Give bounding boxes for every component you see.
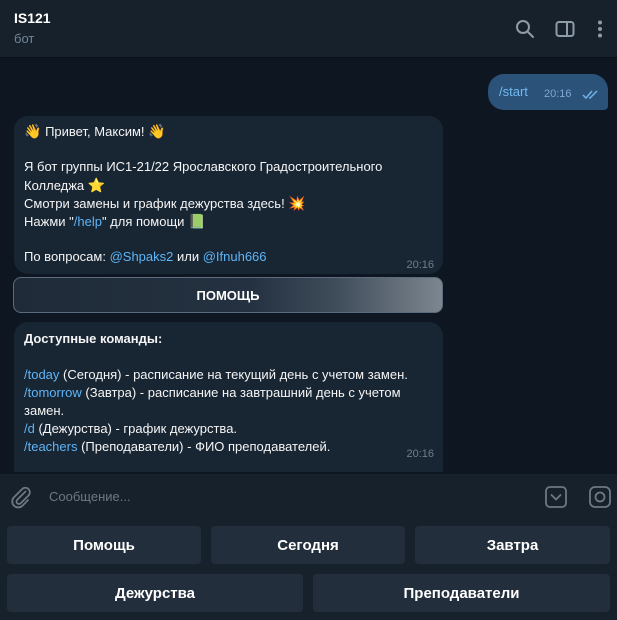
help-prefix: Нажми "	[24, 214, 74, 229]
chat-subtitle: бот	[14, 31, 35, 46]
message-input-bar: Сообщение...	[0, 474, 617, 518]
command-tomorrow-desc: (Завтра) - расписание на завтрашний день…	[81, 385, 401, 400]
contacts-prefix: По вопросам:	[24, 249, 110, 264]
contact-link-ifnuh666[interactable]: @Ifnuh666	[203, 249, 267, 264]
contacts-line: По вопросам: @Shpaks2 или @Ifnuh666	[24, 248, 267, 266]
contact-link-shpaks2[interactable]: @Shpaks2	[110, 249, 174, 264]
green-book-emoji: 📗	[188, 213, 206, 229]
command-teachers-desc: (Преподаватели) - ФИО преподавателей.	[77, 439, 331, 454]
schedule-text: Смотри замены и график дежурства здесь!	[24, 196, 285, 211]
star-emoji: ⭐	[87, 177, 106, 193]
read-checkmarks-icon	[582, 87, 600, 105]
command-d-link[interactable]: /d	[24, 421, 35, 436]
more-vertical-icon[interactable]	[589, 18, 611, 40]
help-line: Нажми "/help" для помощи 📗	[24, 212, 205, 231]
command-today-desc: (Сегодня) - расписание на текущий день с…	[59, 367, 408, 382]
intro-line-2: Колледжа ⭐	[24, 176, 105, 195]
greeting-message[interactable]: 👋 Привет, Максим! 👋 Я бот группы ИС1-21/…	[14, 116, 443, 274]
commands-message[interactable]: Доступные команды: /today (Сегодня) - ра…	[14, 322, 443, 472]
waving-hand-emoji: 👋	[24, 123, 42, 139]
chat-title: IS121	[14, 10, 51, 26]
help-suffix: " для помощи	[101, 214, 185, 229]
collision-emoji: 💥	[288, 195, 306, 211]
waving-hand-emoji: 👋	[148, 123, 166, 139]
keyboard-button-help[interactable]: Помощь	[7, 526, 201, 564]
help-inline-button[interactable]: ПОМОЩЬ	[13, 277, 443, 313]
search-icon[interactable]	[514, 18, 536, 40]
command-today-link[interactable]: /today	[24, 367, 59, 382]
greeting-text: Привет, Максим!	[45, 124, 145, 139]
command-d-line: /d (Дежурства) - график дежурства.	[24, 420, 237, 438]
message-time: 20:16	[544, 88, 572, 100]
command-teachers-line: /teachers (Преподаватели) - ФИО преподав…	[24, 438, 330, 456]
command-tomorrow-line: /tomorrow (Завтра) - расписание на завтр…	[24, 384, 401, 402]
commands-title: Доступные команды:	[24, 331, 163, 346]
command-tomorrow-line-2: замен.	[24, 403, 65, 418]
outgoing-message[interactable]: /start 20:16	[488, 74, 608, 110]
contacts-mid: или	[173, 249, 203, 264]
greeting-line: 👋 Привет, Максим! 👋	[24, 122, 166, 141]
command-d-desc: (Дежурства) - график дежурства.	[34, 421, 238, 436]
keyboard-button-teachers[interactable]: Преподаватели	[313, 574, 610, 612]
message-input[interactable]: Сообщение...	[49, 489, 131, 504]
command-today-line: /today (Сегодня) - расписание на текущий…	[24, 366, 408, 384]
sidebar-toggle-icon[interactable]	[554, 18, 576, 40]
keyboard-button-tomorrow[interactable]: Завтра	[415, 526, 610, 564]
message-list[interactable]: /start 20:16 👋 Привет, Максим! 👋 Я бот г…	[0, 58, 617, 474]
chat-header[interactable]: IS121 бот	[0, 0, 617, 58]
schedule-line: Смотри замены и график дежурства здесь! …	[24, 194, 306, 213]
message-time: 20:16	[406, 448, 434, 460]
command-tomorrow-link[interactable]: /tomorrow	[24, 385, 82, 400]
intro-line: Я бот группы ИС1-21/22 Ярославского Град…	[24, 159, 383, 174]
paperclip-icon[interactable]	[9, 485, 33, 509]
keyboard-toggle-icon[interactable]	[544, 485, 568, 509]
command-teachers-link[interactable]: /teachers	[24, 439, 77, 454]
reply-keyboard: Помощь Сегодня Завтра Дежурства Преподав…	[0, 518, 617, 620]
help-command-link[interactable]: /help	[74, 214, 102, 229]
keyboard-button-today[interactable]: Сегодня	[211, 526, 405, 564]
keyboard-button-duty[interactable]: Дежурства	[7, 574, 303, 612]
outgoing-message-text[interactable]: /start	[499, 84, 528, 99]
camera-icon[interactable]	[588, 485, 612, 509]
message-time: 20:16	[406, 259, 434, 271]
college-text: Колледжа	[24, 178, 85, 193]
